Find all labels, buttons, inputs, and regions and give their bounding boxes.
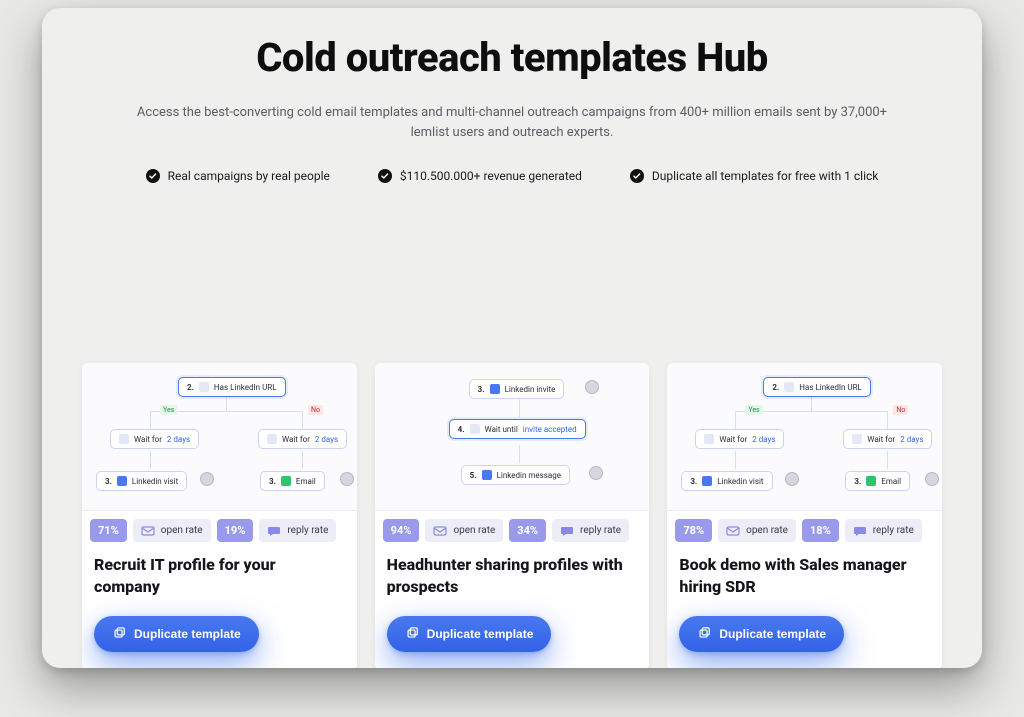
- check-icon: [630, 169, 644, 183]
- template-card[interactable]: Yes No 2.Has LinkedIn URL Wait for 2 day…: [82, 363, 357, 668]
- flow-node: 3.Email: [260, 471, 325, 491]
- avatar-icon: [340, 472, 354, 486]
- stats-row: 94% open rate 34% reply rate: [375, 511, 650, 550]
- flow-node: 2.Has LinkedIn URL: [763, 377, 871, 397]
- branch-no-label: No: [893, 405, 908, 415]
- duplicate-button[interactable]: Duplicate template: [387, 616, 552, 652]
- branch-no-label: No: [308, 405, 323, 415]
- branch-yes-label: Yes: [745, 405, 762, 415]
- reply-rate-label: reply rate: [873, 525, 914, 536]
- open-rate-percent: 78%: [675, 519, 712, 542]
- flow-node: Wait for 2 days: [258, 429, 347, 449]
- card-row: Yes No 2.Has LinkedIn URL Wait for 2 day…: [42, 363, 982, 668]
- page-title: Cold outreach templates Hub: [82, 34, 942, 81]
- duplicate-button[interactable]: Duplicate template: [679, 616, 844, 652]
- duplicate-icon: [405, 627, 419, 641]
- open-rate-percent: 71%: [90, 519, 127, 542]
- feature-label: $110.500.000+ revenue generated: [400, 169, 582, 183]
- workflow-preview: 3.Linkedin invite 4.Wait until invite ac…: [375, 363, 650, 511]
- flow-node: Wait for 2 days: [695, 429, 784, 449]
- reply-rate-pill: reply rate: [259, 519, 336, 542]
- feature-row: Real campaigns by real people $110.500.0…: [82, 169, 942, 183]
- avatar-icon: [585, 380, 599, 394]
- template-card[interactable]: Yes No 2.Has LinkedIn URL Wait for 2 day…: [667, 363, 942, 668]
- open-rate-pill: open rate: [133, 519, 211, 542]
- template-title: Headhunter sharing profiles with prospec…: [375, 550, 650, 598]
- reply-rate-percent: 19%: [217, 519, 254, 542]
- avatar-icon: [785, 472, 799, 486]
- open-rate-pill: open rate: [425, 519, 503, 542]
- flow-node: 3.Email: [845, 471, 910, 491]
- duplicate-button[interactable]: Duplicate template: [94, 616, 259, 652]
- flow-node: 5.Linkedin message: [461, 465, 570, 485]
- stats-row: 78% open rate 18% reply rate: [667, 511, 942, 550]
- avatar-icon: [925, 472, 939, 486]
- flow-node: 3.Linkedin visit: [96, 471, 187, 491]
- feature-label: Duplicate all templates for free with 1 …: [652, 169, 878, 183]
- feature-item: $110.500.000+ revenue generated: [378, 169, 582, 183]
- duplicate-icon: [112, 627, 126, 641]
- open-rate-label: open rate: [746, 525, 788, 536]
- envelope-icon: [141, 525, 155, 537]
- open-rate-label: open rate: [453, 525, 495, 536]
- flow-node: 2.Has LinkedIn URL: [178, 377, 286, 397]
- avatar-icon: [200, 472, 214, 486]
- envelope-icon: [433, 525, 447, 537]
- duplicate-icon: [697, 627, 711, 641]
- open-rate-percent: 94%: [383, 519, 420, 542]
- workflow-preview: Yes No 2.Has LinkedIn URL Wait for 2 day…: [82, 363, 357, 511]
- chat-icon: [560, 525, 574, 537]
- check-icon: [378, 169, 392, 183]
- reply-rate-label: reply rate: [287, 525, 328, 536]
- reply-rate-pill: reply rate: [552, 519, 629, 542]
- avatar-icon: [589, 466, 603, 480]
- page-subtitle: Access the best-converting cold email te…: [132, 103, 892, 143]
- chat-icon: [267, 525, 281, 537]
- stats-row: 71% open rate 19% reply rate: [82, 511, 357, 550]
- branch-yes-label: Yes: [160, 405, 177, 415]
- chat-icon: [853, 525, 867, 537]
- template-title: Book demo with Sales manager hiring SDR: [667, 550, 942, 598]
- flow-node: Wait for 2 days: [110, 429, 199, 449]
- flow-node: 3.Linkedin invite: [469, 379, 565, 399]
- reply-rate-percent: 34%: [509, 519, 546, 542]
- workflow-preview: Yes No 2.Has LinkedIn URL Wait for 2 day…: [667, 363, 942, 511]
- open-rate-pill: open rate: [718, 519, 796, 542]
- feature-item: Duplicate all templates for free with 1 …: [630, 169, 878, 183]
- feature-label: Real campaigns by real people: [168, 169, 330, 183]
- feature-item: Real campaigns by real people: [146, 169, 330, 183]
- envelope-icon: [726, 525, 740, 537]
- flow-node: Wait for 2 days: [843, 429, 932, 449]
- reply-rate-label: reply rate: [580, 525, 621, 536]
- main-panel: Cold outreach templates Hub Access the b…: [42, 8, 982, 668]
- reply-rate-percent: 18%: [802, 519, 839, 542]
- reply-rate-pill: reply rate: [845, 519, 922, 542]
- check-icon: [146, 169, 160, 183]
- flow-node: 3.Linkedin visit: [681, 471, 772, 491]
- template-card[interactable]: 3.Linkedin invite 4.Wait until invite ac…: [375, 363, 650, 668]
- open-rate-label: open rate: [161, 525, 203, 536]
- flow-node: 4.Wait until invite accepted: [449, 419, 586, 439]
- template-title: Recruit IT profile for your company: [82, 550, 357, 598]
